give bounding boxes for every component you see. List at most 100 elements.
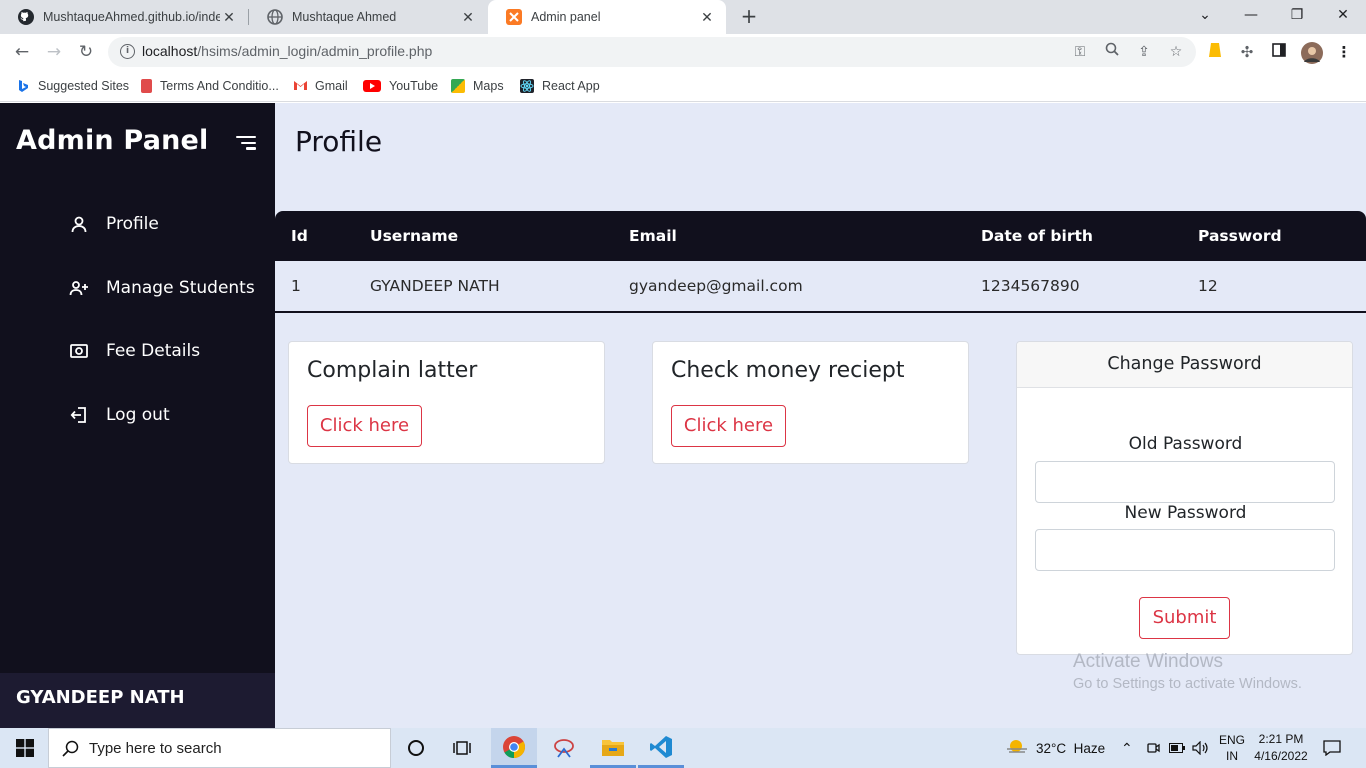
volume-icon[interactable] <box>1192 728 1208 768</box>
tab-search-chevron-icon[interactable]: ⌄ <box>1182 0 1228 32</box>
sidebar: Admin Panel Profile Manage Students Fee … <box>0 103 275 728</box>
browser-tab-strip: MushtaqueAhmed.github.io/inde ✕ Mushtaqu… <box>0 0 1366 34</box>
sidebar-item-log-out[interactable]: Log out <box>68 400 170 430</box>
card-title: Complain latter <box>307 358 478 383</box>
file-explorer-icon[interactable] <box>590 728 636 768</box>
tab-title: Admin panel <box>531 10 601 24</box>
battery-icon[interactable] <box>1169 728 1185 768</box>
bookmarks-bar: Suggested Sites Terms And Conditio... Gm… <box>0 70 1366 102</box>
task-view-icon[interactable] <box>440 730 486 766</box>
cell-dob: 1234567890 <box>981 277 1080 295</box>
back-icon[interactable]: ← <box>10 40 34 64</box>
globe-icon <box>267 9 283 25</box>
cell-email: gyandeep@gmail.com <box>629 277 803 295</box>
avatar[interactable] <box>1301 42 1323 64</box>
complain-click-button[interactable]: Click here <box>307 405 422 447</box>
cell-username: GYANDEEP NATH <box>370 277 500 295</box>
bookmark-label: YouTube <box>389 79 439 93</box>
receipt-click-button[interactable]: Click here <box>671 405 786 447</box>
tab-title: MushtaqueAhmed.github.io/inde <box>43 10 220 24</box>
xampp-icon <box>506 9 522 25</box>
address-bar[interactable]: i localhost/hsims/admin_login/admin_prof… <box>108 37 1196 67</box>
clock-date: 4/16/2022 <box>1254 749 1308 763</box>
cortana-icon[interactable] <box>393 730 439 766</box>
taskbar-search-box[interactable]: Type here to search <box>48 728 391 768</box>
lang-bottom: IN <box>1226 749 1238 763</box>
page-title: Profile <box>295 125 383 158</box>
language-indicator[interactable]: ENG IN <box>1219 728 1245 768</box>
bookmark-label: React App <box>542 79 600 93</box>
puzzle-icon[interactable]: ✣ <box>1237 42 1257 62</box>
key-icon[interactable]: ⚿ <box>1070 42 1090 62</box>
url-host: localhost <box>142 43 198 59</box>
close-icon[interactable]: ✕ <box>459 9 477 26</box>
change-password-title: Change Password <box>1017 342 1352 388</box>
sidebar-item-fee-details[interactable]: Fee Details <box>68 336 200 366</box>
brand-title: Admin Panel <box>16 125 209 156</box>
tab-mushtaque[interactable]: Mushtaque Ahmed ✕ <box>249 0 487 34</box>
close-icon[interactable]: ✕ <box>220 9 238 26</box>
youtube-icon <box>363 80 381 92</box>
weather-haze-icon <box>1006 739 1028 758</box>
zoom-icon[interactable] <box>1102 42 1122 62</box>
minimize-icon[interactable]: — <box>1228 0 1274 32</box>
side-panel-icon[interactable] <box>1269 42 1289 62</box>
forward-icon[interactable]: → <box>42 40 66 64</box>
bookmark-react-app[interactable]: React App <box>520 76 600 96</box>
weather-text: 32°C Haze <box>1036 740 1106 756</box>
chrome-taskbar-icon[interactable] <box>491 728 537 768</box>
bookmark-youtube[interactable]: YouTube <box>363 76 438 96</box>
weather-widget[interactable]: 32°C Haze <box>1006 728 1105 768</box>
column-header-email: Email <box>629 227 677 245</box>
bookmark-star-icon[interactable]: ☆ <box>1166 42 1186 62</box>
clock[interactable]: 2:21 PM 4/16/2022 <box>1253 728 1309 768</box>
money-receipt-card: Check money reciept Click here <box>652 341 969 464</box>
tab-github[interactable]: MushtaqueAhmed.github.io/inde ✕ <box>0 0 248 34</box>
menu-toggle-icon[interactable] <box>236 136 256 152</box>
bookmark-label: Gmail <box>315 79 348 93</box>
submit-button[interactable]: Submit <box>1139 597 1230 639</box>
bookmark-gmail[interactable]: Gmail <box>293 76 348 96</box>
lang-top: ENG <box>1219 733 1246 747</box>
new-tab-icon[interactable]: + <box>738 4 760 30</box>
bookmark-terms[interactable]: Terms And Conditio... <box>141 76 279 96</box>
snipping-tool-icon[interactable] <box>541 730 587 766</box>
share-icon[interactable]: ⇪ <box>1134 42 1154 62</box>
sidebar-item-profile[interactable]: Profile <box>68 209 159 239</box>
vscode-icon[interactable] <box>638 728 684 768</box>
close-icon[interactable]: ✕ <box>698 9 716 26</box>
sidebar-item-label: Profile <box>106 214 159 234</box>
site-info-icon[interactable]: i <box>120 44 135 59</box>
sidebar-item-manage-students[interactable]: Manage Students <box>68 273 255 303</box>
extension-icon[interactable] <box>1205 42 1225 62</box>
user-name: GYANDEEP NATH <box>16 687 185 708</box>
activate-windows-title: Activate Windows <box>1073 651 1223 672</box>
window-close-icon[interactable]: ✕ <box>1320 0 1366 32</box>
notification-icon[interactable] <box>1323 728 1341 768</box>
meet-now-icon[interactable] <box>1146 728 1160 768</box>
bookmark-maps[interactable]: Maps <box>451 76 504 96</box>
bookmark-suggested-sites[interactable]: Suggested Sites <box>16 76 129 96</box>
bookmark-label: Terms And Conditio... <box>160 79 279 93</box>
url-text[interactable]: localhost/hsims/admin_login/admin_profil… <box>142 43 432 59</box>
column-header-password: Password <box>1198 227 1282 245</box>
new-password-field[interactable] <box>1035 529 1335 571</box>
old-password-field[interactable] <box>1035 461 1335 503</box>
change-password-card: Change Password Old Password New Passwor… <box>1016 341 1353 655</box>
github-icon <box>18 9 34 25</box>
chevron-up-icon[interactable]: ⌃ <box>1121 728 1133 768</box>
restore-icon[interactable]: ❐ <box>1274 0 1320 32</box>
reload-icon[interactable]: ↻ <box>74 40 98 64</box>
kebab-menu-icon[interactable]: ⋮ <box>1334 42 1354 62</box>
url-path: /hsims/admin_login/admin_profile.php <box>197 43 433 59</box>
profile-table: Id Username Email Date of birth Password… <box>275 211 1366 313</box>
card-title: Check money reciept <box>671 358 905 383</box>
bookmark-label: Suggested Sites <box>38 79 130 93</box>
search-placeholder: Type here to search <box>89 740 222 757</box>
search-icon <box>62 740 79 761</box>
table-header: Id Username Email Date of birth Password <box>275 211 1366 261</box>
old-password-label: Old Password <box>1128 434 1243 454</box>
windows-start-icon[interactable] <box>2 730 48 766</box>
tab-admin-panel[interactable]: Admin panel ✕ <box>488 0 726 34</box>
money-icon <box>68 340 90 362</box>
